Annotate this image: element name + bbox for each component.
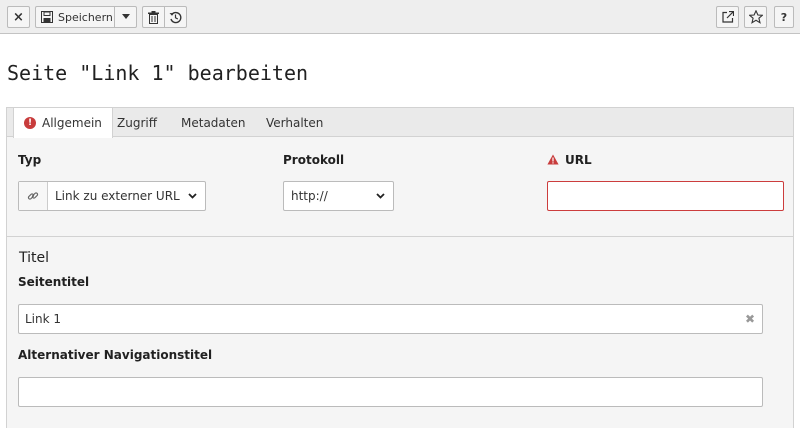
open-external-icon xyxy=(721,11,734,23)
protokoll-label: Protokoll xyxy=(283,153,345,167)
chevron-down-icon xyxy=(376,193,385,199)
warning-icon xyxy=(547,154,559,165)
tab-label: Metadaten xyxy=(181,115,246,130)
save-button[interactable]: Speichern xyxy=(35,6,137,28)
nav-title-label: Alternativer Navigationstitel xyxy=(18,348,213,362)
close-icon: × xyxy=(13,9,24,25)
typ-select-value: Link zu externer URL xyxy=(55,189,180,203)
seitentitel-input[interactable]: Link 1 ✖ xyxy=(18,304,763,334)
tab-label: Allgemein xyxy=(42,116,102,130)
tab-label: Verhalten xyxy=(266,115,324,130)
nav-title-input[interactable] xyxy=(18,377,763,407)
tab-zugriff[interactable]: Zugriff xyxy=(107,108,167,137)
delete-button[interactable] xyxy=(143,7,164,27)
title-panel: Titel Seitentitel Link 1 ✖ Alternativer … xyxy=(6,236,794,428)
tab-verhalten[interactable]: Verhalten xyxy=(256,108,333,137)
seitentitel-label: Seitentitel xyxy=(18,275,90,289)
save-icon xyxy=(41,11,53,23)
save-split-divider xyxy=(114,7,115,27)
doc-header-toolbar: × Speichern ? xyxy=(0,0,800,34)
error-icon: ! xyxy=(24,117,36,129)
chevron-down-icon xyxy=(188,193,197,199)
typ-label: Typ xyxy=(18,153,42,167)
link-settings-panel: Typ Link zu externer URL Protokoll http:… xyxy=(6,136,794,237)
tab-label: Zugriff xyxy=(117,115,157,130)
tab-bar: ! Allgemein Zugriff Metadaten Verhalten xyxy=(6,107,794,138)
section-heading-titel: Titel xyxy=(19,250,50,266)
help-icon: ? xyxy=(780,10,788,24)
history-icon xyxy=(169,11,182,23)
close-button[interactable]: × xyxy=(7,6,30,28)
trash-icon xyxy=(148,10,159,24)
history-button[interactable] xyxy=(165,7,186,27)
seitentitel-value: Link 1 xyxy=(25,312,62,326)
delete-history-group xyxy=(142,6,187,28)
protokoll-select[interactable]: http:// xyxy=(283,181,394,211)
tab-metadaten[interactable]: Metadaten xyxy=(171,108,255,137)
url-label-wrap: URL xyxy=(547,153,592,167)
star-icon xyxy=(748,10,763,24)
link-icon xyxy=(19,182,48,210)
page-title: Seite "Link 1" bearbeiten xyxy=(7,61,309,85)
open-in-new-window-button[interactable] xyxy=(716,6,739,28)
clear-icon[interactable]: ✖ xyxy=(745,312,755,326)
tab-allgemein[interactable]: ! Allgemein xyxy=(13,108,113,138)
help-button[interactable]: ? xyxy=(774,6,794,28)
caret-down-icon[interactable] xyxy=(122,14,130,19)
url-label: URL xyxy=(565,153,592,167)
url-input[interactable] xyxy=(547,181,784,211)
save-button-label: Speichern xyxy=(58,10,113,24)
typ-select[interactable]: Link zu externer URL xyxy=(18,181,206,211)
bookmark-button[interactable] xyxy=(744,6,767,28)
protokoll-select-value: http:// xyxy=(291,189,328,203)
